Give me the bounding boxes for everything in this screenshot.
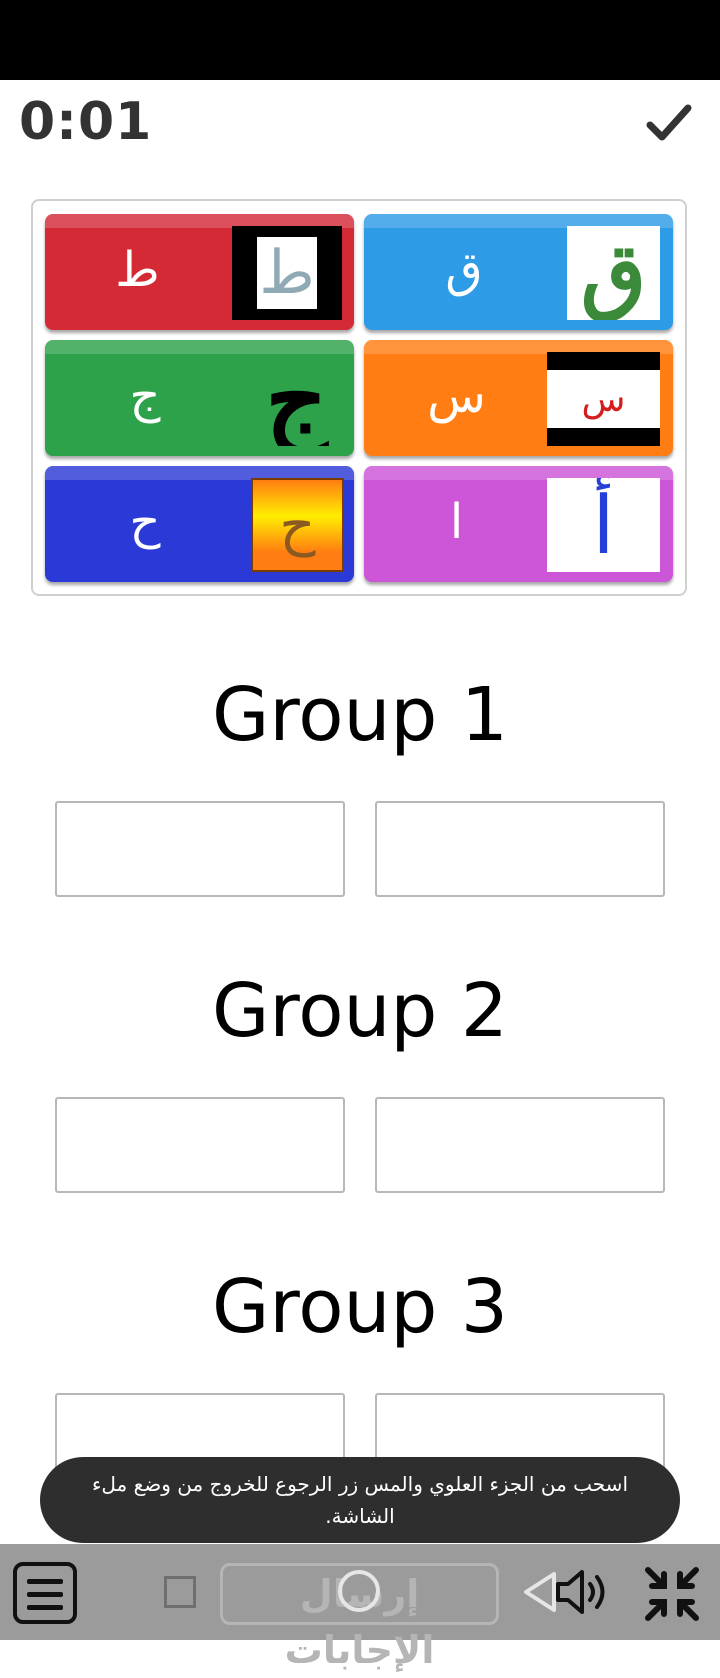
group-title: Group 3 <box>212 1264 508 1350</box>
bottom-toolbar: إرسال الإجابات <box>0 1544 720 1672</box>
drop-slot[interactable] <box>55 1097 345 1193</box>
card-letter-seen[interactable]: س س <box>364 340 673 456</box>
card-image: ج <box>250 352 343 446</box>
card-tray: ط ط ق ق ج ج س س ح ح ا أ <box>31 199 687 596</box>
card-image: ق <box>567 226 660 320</box>
card-letter-jeem[interactable]: ج ج <box>45 340 354 456</box>
card-image-letter: أ <box>592 478 615 572</box>
quiz-header: 0:01 <box>0 80 720 170</box>
speaker-icon[interactable] <box>552 1564 612 1620</box>
card-label: ج <box>129 368 161 424</box>
card-letter-taa[interactable]: ط ط <box>45 214 354 330</box>
card-image: ح <box>251 478 344 572</box>
card-image-letter: ط <box>259 238 315 308</box>
nav-home-icon[interactable] <box>338 1570 380 1612</box>
card-label: ا <box>449 494 464 550</box>
group-title: Group 2 <box>212 968 508 1054</box>
card-label: ح <box>129 494 161 550</box>
check-icon[interactable] <box>644 98 694 148</box>
group-title: Group 1 <box>212 672 508 758</box>
timer: 0:01 <box>19 92 153 152</box>
card-label: س <box>427 368 486 424</box>
card-image-letter: ج <box>265 352 328 446</box>
status-bar <box>0 0 720 80</box>
fullscreen-toast: اسحب من الجزء العلوي والمس زر الرجوع للخ… <box>40 1457 680 1543</box>
drop-slot[interactable] <box>375 1097 665 1193</box>
hamburger-menu-icon[interactable] <box>13 1562 77 1624</box>
card-image-letter: ح <box>279 492 316 558</box>
card-label: ط <box>115 242 160 298</box>
card-image: ط <box>232 226 342 320</box>
card-image-letter: ق <box>580 226 647 320</box>
drop-slot[interactable] <box>55 801 345 897</box>
card-image-letter: س <box>581 378 626 420</box>
card-image: س <box>547 352 660 446</box>
exit-fullscreen-icon[interactable] <box>642 1564 702 1624</box>
card-letter-haa[interactable]: ح ح <box>45 466 354 582</box>
nav-recents-icon[interactable] <box>164 1576 196 1608</box>
card-image: أ <box>547 478 660 572</box>
card-letter-alif[interactable]: ا أ <box>364 466 673 582</box>
card-label: ق <box>445 242 483 298</box>
card-letter-qaf[interactable]: ق ق <box>364 214 673 330</box>
drop-slot[interactable] <box>375 801 665 897</box>
